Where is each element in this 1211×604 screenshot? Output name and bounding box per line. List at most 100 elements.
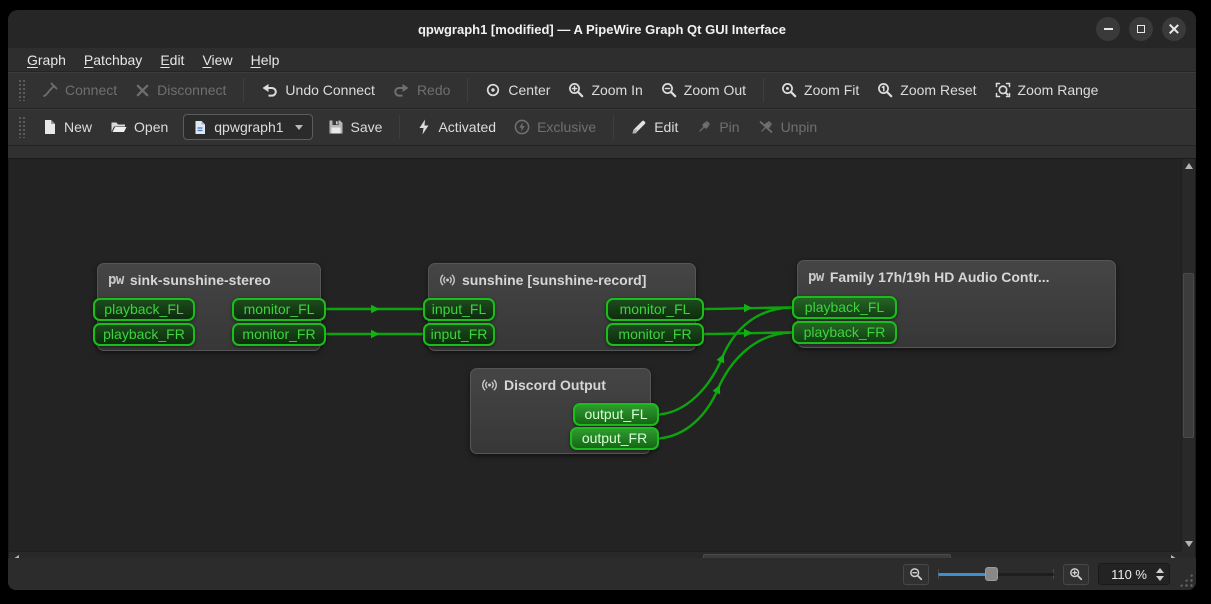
titlebar[interactable]: qpwgraph1 [modified] — A PipeWire Graph …: [8, 10, 1196, 48]
port-output-fl[interactable]: output_FL: [573, 403, 659, 426]
wire-arrow-icon: [744, 329, 753, 337]
save-button[interactable]: Save: [319, 114, 392, 140]
menubar: Graph Patchbay Edit View Help: [8, 48, 1196, 72]
resize-grip[interactable]: [1179, 573, 1193, 587]
zoom-spinbox[interactable]: 110 %: [1098, 563, 1170, 585]
connect-button[interactable]: Connect: [33, 77, 126, 103]
zoom-in-mini-icon: [1069, 567, 1083, 581]
patchbay-file-combobox[interactable]: qpwgraph1: [183, 114, 312, 140]
toolbar-drag-handle[interactable]: [18, 79, 25, 101]
port-monitor-fr[interactable]: monitor_FR: [232, 323, 326, 346]
center-button[interactable]: Center: [476, 77, 559, 103]
window-title: qpwgraph1 [modified] — A PipeWire Graph …: [418, 22, 786, 37]
menu-edit[interactable]: Edit: [151, 50, 193, 70]
close-icon: [1169, 24, 1179, 34]
maximize-icon: [1137, 25, 1145, 33]
spin-up-icon[interactable]: [1156, 568, 1164, 573]
zoom-slider[interactable]: [938, 565, 1054, 583]
disconnect-icon: [135, 83, 150, 98]
port-monitor-fl[interactable]: monitor_FL: [232, 298, 326, 321]
wire-arrow-icon: [744, 304, 753, 312]
save-icon: [328, 119, 344, 135]
lightning-icon: [417, 119, 431, 135]
toolbar-separator: [399, 115, 400, 139]
zoom-fit-icon: [781, 82, 797, 98]
menu-graph[interactable]: Graph: [18, 50, 75, 70]
connect-icon: [42, 82, 58, 98]
patchbay-file-label: qpwgraph1: [214, 119, 283, 135]
close-button[interactable]: [1162, 17, 1186, 41]
vertical-scrollbar[interactable]: [1181, 159, 1195, 551]
maximize-button[interactable]: [1129, 17, 1153, 41]
zoom-slider-fill: [938, 573, 991, 576]
pin-icon: [696, 119, 712, 135]
circled-lightning-icon: [514, 119, 530, 135]
open-folder-icon: [110, 119, 127, 135]
node-title: sink-sunshine-stereo: [130, 272, 271, 288]
zoom-in-mini-button[interactable]: [1063, 564, 1089, 585]
chevron-down-icon: [295, 125, 303, 130]
zoom-reset-button[interactable]: Zoom Reset: [868, 77, 985, 103]
wire-arrow-icon: [371, 305, 380, 313]
node-title: Discord Output: [504, 377, 606, 393]
pin-button[interactable]: Pin: [687, 114, 748, 140]
menu-view[interactable]: View: [193, 50, 241, 70]
disconnect-button[interactable]: Disconnect: [126, 77, 235, 103]
minimize-button[interactable]: [1096, 17, 1120, 41]
graph-canvas[interactable]: pw sink-sunshine-stereo playback_FL play…: [9, 159, 1181, 551]
graph-central-widget: pw sink-sunshine-stereo playback_FL play…: [8, 158, 1196, 568]
node-title: Family 17h/19h HD Audio Contr...: [830, 269, 1050, 285]
undo-connect-button[interactable]: Undo Connect: [252, 77, 384, 103]
redo-button[interactable]: Redo: [384, 77, 459, 103]
menu-help[interactable]: Help: [242, 50, 289, 70]
port-input-fl[interactable]: input_FL: [423, 298, 495, 321]
wire-arrow-icon: [713, 383, 724, 394]
port-monitor-fl[interactable]: monitor_FL: [606, 298, 704, 321]
minimize-icon: [1104, 28, 1113, 30]
port-playback-fl[interactable]: playback_FL: [792, 296, 897, 319]
connections-layer: [9, 159, 1181, 551]
port-input-fr[interactable]: input_FR: [423, 323, 495, 346]
redo-icon: [393, 82, 410, 98]
edit-button[interactable]: Edit: [622, 114, 687, 140]
zoom-out-button[interactable]: Zoom Out: [652, 77, 755, 103]
zoom-out-icon: [661, 82, 677, 98]
menu-patchbay[interactable]: Patchbay: [75, 50, 151, 70]
scroll-up-icon[interactable]: [1185, 163, 1193, 169]
toolbar-drag-handle[interactable]: [18, 116, 25, 138]
unpin-button[interactable]: Unpin: [749, 114, 827, 140]
zoom-reset-icon: [877, 82, 893, 98]
new-file-icon: [42, 119, 57, 135]
scroll-down-icon[interactable]: [1185, 541, 1193, 547]
activated-button[interactable]: Activated: [408, 114, 505, 140]
toolbar-separator: [613, 115, 614, 139]
pencil-icon: [631, 119, 647, 135]
toolbar-separator: [467, 78, 468, 102]
port-monitor-fr[interactable]: monitor_FR: [606, 323, 704, 346]
broadcast-icon: [481, 377, 498, 393]
zoom-out-mini-icon: [909, 567, 923, 581]
open-button[interactable]: Open: [101, 114, 177, 140]
window-controls: [1096, 17, 1186, 41]
zoom-in-button[interactable]: Zoom In: [559, 77, 651, 103]
zoom-range-icon: [995, 82, 1011, 98]
center-icon: [485, 82, 501, 98]
exclusive-button[interactable]: Exclusive: [505, 114, 605, 140]
port-playback-fl[interactable]: playback_FL: [93, 298, 195, 321]
vertical-scrollbar-thumb[interactable]: [1183, 273, 1194, 438]
pipewire-icon: pw: [808, 269, 824, 285]
port-playback-fr[interactable]: playback_FR: [792, 321, 897, 344]
graph-toolbar: Connect Disconnect Undo Connect Redo Cen…: [8, 72, 1196, 109]
zoom-fit-button[interactable]: Zoom Fit: [772, 77, 868, 103]
zoom-value[interactable]: 110 %: [1107, 567, 1147, 582]
spin-down-icon[interactable]: [1156, 576, 1164, 581]
new-button[interactable]: New: [33, 114, 101, 140]
zoom-slider-handle[interactable]: [985, 567, 998, 581]
port-playback-fr[interactable]: playback_FR: [93, 323, 195, 346]
port-output-fr[interactable]: output_FR: [570, 427, 659, 450]
wire-arrow-icon: [371, 330, 380, 338]
zoom-range-button[interactable]: Zoom Range: [986, 77, 1108, 103]
statusbar: 110 %: [8, 558, 1196, 590]
zoom-out-mini-button[interactable]: [903, 564, 929, 585]
unpin-icon: [758, 119, 774, 135]
